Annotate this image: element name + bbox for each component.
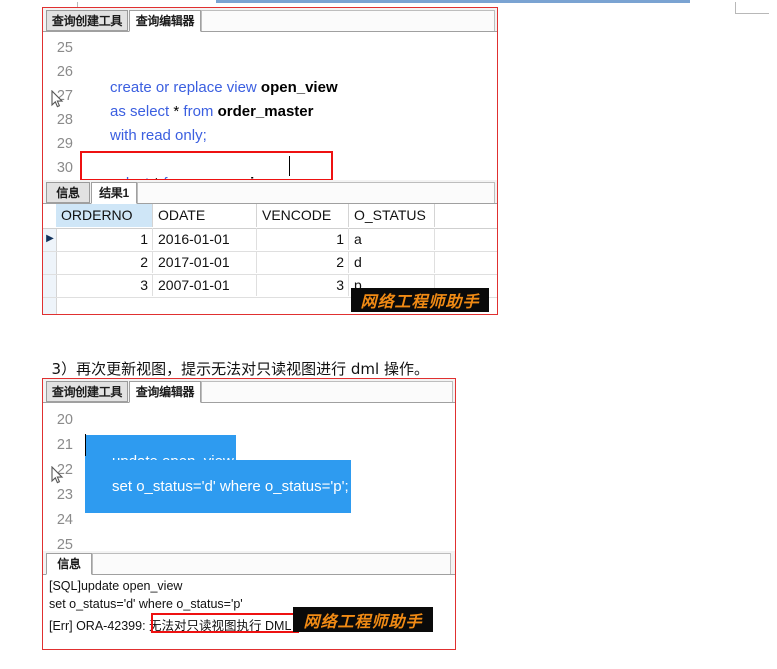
code-token-identifier: order_master xyxy=(217,103,314,120)
text-caret xyxy=(85,434,86,456)
line-number: 24 xyxy=(56,512,73,528)
line-number: 25 xyxy=(56,40,73,56)
column-header-ostatus[interactable]: O_STATUS xyxy=(349,204,435,227)
panel2-tabstrip: 查询创建工具 查询编辑器 xyxy=(43,379,455,403)
line-number: 30 xyxy=(56,160,73,176)
panel1-tabstrip: 查询创建工具 查询编辑器 xyxy=(43,8,497,32)
panel2-tabstrip-filler xyxy=(201,381,453,402)
panel2-message-tabstrip: 信息 xyxy=(43,551,455,575)
table-row[interactable]: ▶ 1 2016-01-01 1 a xyxy=(43,228,497,252)
table-row[interactable]: 2 2017-01-01 2 d xyxy=(43,251,497,275)
column-header-odate[interactable]: ODATE xyxy=(153,204,257,227)
column-header-vencode[interactable]: VENCODE xyxy=(257,204,349,227)
cell-vencode[interactable]: 2 xyxy=(257,251,349,273)
cell-vencode[interactable]: 3 xyxy=(257,274,349,296)
page-crop-mark-top-right xyxy=(735,2,769,14)
line-number: 20 xyxy=(56,412,73,428)
line-number: 25 xyxy=(56,537,73,551)
line-number: 29 xyxy=(56,136,73,152)
cell-ostatus[interactable]: a xyxy=(349,228,435,250)
cell-vencode[interactable]: 1 xyxy=(257,228,349,250)
tab-result1[interactable]: 结果1 xyxy=(91,182,137,204)
grid-header-row: ORDERNO ODATE VENCODE O_STATUS xyxy=(43,204,497,229)
sql-panel-update-error: 查询创建工具 查询编辑器 20 21 22 23 24 25 update op… xyxy=(42,378,456,650)
tab-query-builder-2[interactable]: 查询创建工具 xyxy=(46,381,128,402)
mouse-cursor-icon xyxy=(51,466,64,485)
tab-messages-2[interactable]: 信息 xyxy=(46,553,92,575)
code-token-keyword: with read only xyxy=(110,127,203,144)
row-current-marker-icon: ▶ xyxy=(46,233,54,244)
tab-query-builder-1[interactable]: 查询创建工具 xyxy=(46,10,128,31)
column-header-orderno[interactable]: ORDERNO xyxy=(56,204,153,227)
watermark-overlay: 网络工程师助手 xyxy=(293,607,433,632)
tab-messages-1[interactable]: 信息 xyxy=(46,182,90,203)
tab-query-editor-2[interactable]: 查询编辑器 xyxy=(129,381,201,403)
paragraph-spellcheck-word: dml xyxy=(350,360,380,381)
line-number: 23 xyxy=(56,487,73,503)
cell-ostatus[interactable]: d xyxy=(349,251,435,273)
cell-odate[interactable]: 2016-01-01 xyxy=(153,228,257,250)
panel1-result-tabstrip-filler xyxy=(137,182,495,203)
code-line-22: set o_status='d' where o_status='p'; xyxy=(85,460,351,513)
paragraph-text-before: 3）再次更新视图，提示无法对只读视图进行 xyxy=(51,360,351,378)
cell-odate[interactable]: 2007-01-01 xyxy=(153,274,257,296)
panel1-tabstrip-filler xyxy=(201,10,495,31)
sql-panel-query-result: 查询创建工具 查询编辑器 25 26 27 28 29 30 create or… xyxy=(42,7,498,315)
panel2-code-editor[interactable]: 20 21 22 23 24 25 update open_view set o… xyxy=(43,403,455,551)
mouse-cursor-icon xyxy=(51,90,64,109)
document-paragraph: 3）再次更新视图，提示无法对只读视图进行 dml 操作。 xyxy=(42,340,429,381)
annotation-box-select-statement xyxy=(80,151,333,180)
code-token-plain: set o_status='d' where o_status='p'; xyxy=(112,478,349,495)
panel2-message-tabstrip-filler xyxy=(92,553,451,574)
message-line-sql: [SQL]update open_view xyxy=(49,579,183,593)
annotation-box-error-message xyxy=(151,613,299,633)
cell-orderno[interactable]: 1 xyxy=(56,228,153,250)
message-line-sql2: set o_status='d' where o_status='p' xyxy=(49,597,243,611)
cell-odate[interactable]: 2017-01-01 xyxy=(153,251,257,273)
cell-orderno[interactable]: 3 xyxy=(56,274,153,296)
selection-bar xyxy=(216,0,690,3)
panel1-result-tabstrip: 信息 结果1 xyxy=(43,180,497,204)
tab-query-editor-1[interactable]: 查询编辑器 xyxy=(129,10,201,32)
cell-orderno[interactable]: 2 xyxy=(56,251,153,273)
paragraph-text-after: 操作。 xyxy=(379,360,429,378)
line-number: 21 xyxy=(56,437,73,453)
panel1-code-editor[interactable]: 25 26 27 28 29 30 create or replace view… xyxy=(43,32,497,180)
line-number: 26 xyxy=(56,64,73,80)
watermark-overlay: 网络工程师助手 xyxy=(351,288,489,312)
code-token-plain: ; xyxy=(202,127,207,144)
line-number: 28 xyxy=(56,112,73,128)
